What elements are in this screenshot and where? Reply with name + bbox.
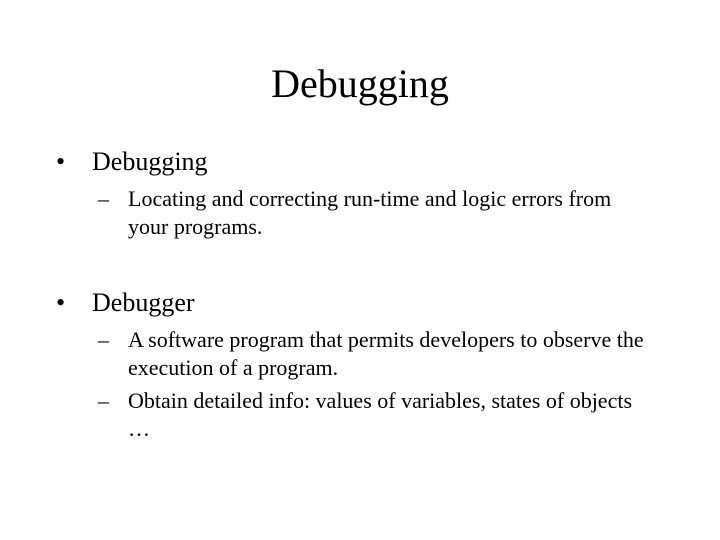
level1-text: Debugging	[92, 147, 670, 177]
bullet-level2: – Obtain detailed info: values of variab…	[98, 387, 670, 442]
dash-bullet-icon: –	[98, 387, 128, 442]
level2-text: Locating and correcting run-time and log…	[128, 185, 670, 240]
level2-text: A software program that permits develope…	[128, 326, 670, 381]
dash-bullet-icon: –	[98, 185, 128, 240]
bullet-level2: – A software program that permits develo…	[98, 326, 670, 381]
level2-text: Obtain detailed info: values of variable…	[128, 387, 670, 442]
disc-bullet-icon: •	[50, 288, 92, 318]
disc-bullet-icon: •	[50, 147, 92, 177]
spacer	[50, 246, 670, 288]
slide-title: Debugging	[50, 60, 670, 107]
bullet-level1: • Debugger	[50, 288, 670, 318]
slide: Debugging • Debugging – Locating and cor…	[0, 0, 720, 540]
level1-text: Debugger	[92, 288, 670, 318]
dash-bullet-icon: –	[98, 326, 128, 381]
bullet-level1: • Debugging	[50, 147, 670, 177]
bullet-level2: – Locating and correcting run-time and l…	[98, 185, 670, 240]
